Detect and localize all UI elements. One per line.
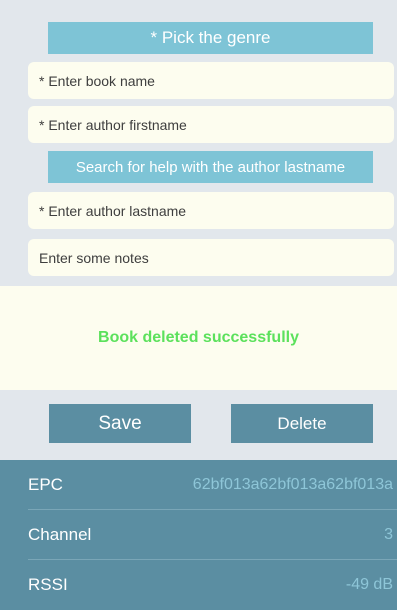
info-row-channel: Channel 3 <box>0 510 397 560</box>
epc-label: EPC <box>28 475 63 494</box>
pick-genre-button[interactable]: * Pick the genre <box>48 22 373 54</box>
rssi-label: RSSI <box>28 575 68 594</box>
channel-value: 3 <box>384 526 393 543</box>
author-lastname-help-button[interactable]: Search for help with the author lastname <box>48 151 373 183</box>
author-lastname-field[interactable]: * Enter author lastname <box>28 192 394 229</box>
save-button[interactable]: Save <box>49 404 191 443</box>
info-row-epc: EPC 62bf013a62bf013a62bf013a <box>0 460 397 510</box>
book-name-field[interactable]: * Enter book name <box>28 62 394 99</box>
author-firstname-field[interactable]: * Enter author firstname <box>28 106 394 143</box>
notes-placeholder: Enter some notes <box>39 249 149 266</box>
status-area: Book deleted successfully <box>0 286 397 390</box>
book-name-placeholder: * Enter book name <box>39 72 155 89</box>
author-lastname-placeholder: * Enter author lastname <box>39 202 187 219</box>
notes-field[interactable]: Enter some notes <box>28 239 394 276</box>
epc-value: 62bf013a62bf013a62bf013a <box>192 476 393 493</box>
author-firstname-placeholder: * Enter author firstname <box>39 116 187 133</box>
tag-info-panel: EPC 62bf013a62bf013a62bf013a Channel 3 R… <box>0 460 397 610</box>
rssi-value: -49 dB <box>345 576 393 593</box>
info-row-rssi: RSSI -49 dB <box>0 560 397 610</box>
delete-button[interactable]: Delete <box>231 404 373 443</box>
status-message: Book deleted successfully <box>98 329 299 346</box>
channel-label: Channel <box>28 525 92 544</box>
